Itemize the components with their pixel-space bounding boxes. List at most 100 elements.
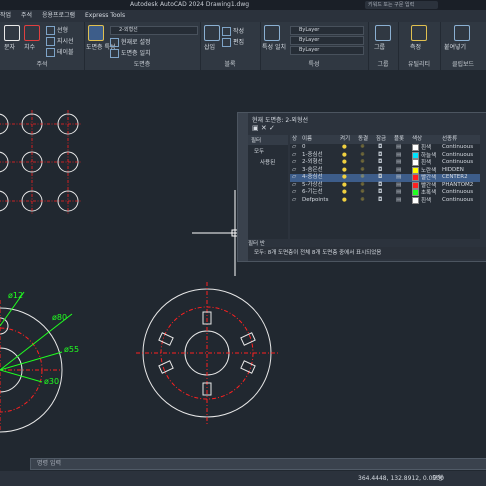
lock-icon[interactable]: ◘ xyxy=(378,182,382,190)
filter-item-used[interactable]: 사용된 xyxy=(248,157,288,167)
layer-linetype[interactable]: Continuous xyxy=(442,144,473,152)
layer-search[interactable]: 필터 반 xyxy=(248,239,265,247)
match-layer-button[interactable]: 도면층 일치 xyxy=(110,48,151,58)
layer-linetype[interactable]: Continuous xyxy=(442,159,473,167)
col-status[interactable]: 상 xyxy=(292,135,297,144)
linetype-combo[interactable]: ByLayer xyxy=(290,46,364,55)
printer-icon[interactable]: ▤ xyxy=(396,189,401,197)
create-block-button[interactable]: 작성 xyxy=(222,26,244,36)
layer-row[interactable]: ▱ 2-외형선 ● ☼ ◘ ▤ 흰색 Continuous xyxy=(290,159,480,167)
layer-color[interactable]: 흰색 xyxy=(412,196,431,206)
layer-row[interactable]: ▱ 0 ● ☼ ◘ ▤ 흰색 Continuous xyxy=(290,144,480,152)
tab-3[interactable]: Express Tools xyxy=(85,12,125,19)
lock-icon[interactable]: ◘ xyxy=(378,144,382,152)
lock-icon[interactable]: ◘ xyxy=(378,174,382,182)
lightbulb-icon[interactable]: ● xyxy=(342,144,347,152)
col-lock[interactable]: 잠금 xyxy=(376,135,386,144)
col-linetype[interactable]: 선종류 xyxy=(442,135,457,144)
model-space-button[interactable]: 모형 xyxy=(432,471,443,486)
printer-icon[interactable]: ▤ xyxy=(396,159,401,167)
sun-icon[interactable]: ☼ xyxy=(360,197,365,205)
group-icon[interactable] xyxy=(375,25,391,41)
tab-2[interactable]: 응용프로그램 xyxy=(42,12,75,19)
color-combo[interactable]: ByLayer xyxy=(290,26,364,35)
tab-1[interactable]: 주석 xyxy=(21,12,32,19)
new-layer-icon[interactable]: ▣ xyxy=(252,124,259,132)
sun-icon[interactable]: ☼ xyxy=(360,144,365,152)
edit-block-button[interactable]: 편집 xyxy=(222,37,244,47)
dimension-button[interactable]: 치수 xyxy=(24,42,35,51)
layer-row[interactable]: ▱ 4-중심선 ● ☼ ◘ ▤ 빨간색 CENTER2 xyxy=(290,174,480,182)
lock-icon[interactable]: ◘ xyxy=(378,159,382,167)
dimension-icon[interactable] xyxy=(24,25,40,41)
table-button[interactable]: 테이블 xyxy=(46,47,74,57)
command-input[interactable]: 명령 입력 xyxy=(30,458,486,470)
group-button[interactable]: 그룹 xyxy=(374,42,385,51)
layer-table[interactable]: 상 이름 켜기 동결 잠금 플롯 색상 선종류 ▱ 0 ● ☼ ◘ ▤ 흰색 Continuo… xyxy=(290,135,480,239)
lock-icon[interactable]: ◘ xyxy=(378,189,382,197)
set-current-button[interactable]: 현재로 설정 xyxy=(110,37,151,47)
text-button[interactable]: 문자 xyxy=(4,42,15,51)
layer-linetype[interactable]: HIDDEN xyxy=(442,167,464,175)
layer-row[interactable]: ▱ 1-중심선 ● ☼ ◘ ▤ 하늘색 Continuous xyxy=(290,151,480,160)
lightbulb-icon[interactable]: ● xyxy=(342,167,347,175)
layer-linetype[interactable]: PHANTOM2 xyxy=(442,182,473,190)
col-name[interactable]: 이름 xyxy=(302,135,312,144)
printer-icon[interactable]: ▤ xyxy=(396,144,401,152)
layer-row[interactable]: ▱ 6-기는선 ● ☼ ◘ ▤ 초록색 Continuous xyxy=(290,189,480,197)
leader-button[interactable]: 지시선 xyxy=(46,36,74,46)
layer-linetype[interactable]: Continuous xyxy=(442,197,473,205)
lightbulb-icon[interactable]: ● xyxy=(342,189,347,197)
lightbulb-icon[interactable]: ● xyxy=(342,159,347,167)
search-input[interactable]: 키워드 또는 구문 입력 xyxy=(365,1,438,9)
insert-icon[interactable] xyxy=(204,25,220,41)
layer-combo[interactable]: 2-외형선 xyxy=(110,26,198,35)
layer-linetype[interactable]: CENTER2 xyxy=(442,174,468,182)
sun-icon[interactable]: ☼ xyxy=(360,159,365,167)
col-on[interactable]: 켜기 xyxy=(340,135,350,144)
printer-icon[interactable]: ▤ xyxy=(396,182,401,190)
insert-button[interactable]: 삽입 xyxy=(204,42,215,51)
palette-side-bar[interactable] xyxy=(238,113,248,261)
measure-button[interactable]: 측정 xyxy=(410,42,421,51)
text-icon[interactable] xyxy=(4,25,20,41)
delete-layer-icon[interactable]: ✕ xyxy=(261,124,267,132)
filter-tree[interactable]: 필터 모두 사용된 xyxy=(248,135,288,239)
printer-icon[interactable]: ▤ xyxy=(396,152,401,160)
line-type-button[interactable]: 선형 xyxy=(46,25,68,35)
layer-row[interactable]: ▱ Defpoints ● ☼ ◘ ▤ 흰색 Continuous xyxy=(290,196,480,206)
sun-icon[interactable]: ☼ xyxy=(360,167,365,175)
printer-icon[interactable]: ▤ xyxy=(396,197,401,205)
lightbulb-icon[interactable]: ● xyxy=(342,174,347,182)
lightbulb-icon[interactable]: ● xyxy=(342,182,347,190)
layer-row[interactable]: ▱ 3-숨은선 ● ☼ ◘ ▤ 노란색 HIDDEN xyxy=(290,166,480,175)
lineweight-combo[interactable]: ByLayer xyxy=(290,36,364,45)
layer-row[interactable]: ▱ 5-가상선 ● ☼ ◘ ▤ 빨간색 PHANTOM2 xyxy=(290,181,480,190)
filter-item-all[interactable]: 모두 xyxy=(248,145,288,157)
quick-access-toolbar[interactable] xyxy=(0,0,120,10)
lock-icon[interactable]: ◘ xyxy=(378,167,382,175)
printer-icon[interactable]: ▤ xyxy=(396,167,401,175)
paste-icon[interactable] xyxy=(454,25,470,41)
sun-icon[interactable]: ☼ xyxy=(360,152,365,160)
lightbulb-icon[interactable]: ● xyxy=(342,152,347,160)
sun-icon[interactable]: ☼ xyxy=(360,189,365,197)
match-properties-icon[interactable] xyxy=(264,25,280,41)
lock-icon[interactable]: ◘ xyxy=(378,152,382,160)
layer-properties-icon[interactable] xyxy=(88,25,104,41)
match-properties-button[interactable]: 특성 일치 xyxy=(262,42,286,51)
lightbulb-icon[interactable]: ● xyxy=(342,197,347,205)
col-freeze[interactable]: 동결 xyxy=(358,135,368,144)
set-current-icon[interactable]: ✓ xyxy=(269,124,275,132)
layer-linetype[interactable]: Continuous xyxy=(442,152,473,160)
tab-0[interactable]: 작업 xyxy=(0,12,11,19)
col-plot[interactable]: 플롯 xyxy=(394,135,404,144)
printer-icon[interactable]: ▤ xyxy=(396,174,401,182)
paste-button[interactable]: 붙여넣기 xyxy=(444,42,466,51)
measure-icon[interactable] xyxy=(411,25,427,41)
layer-linetype[interactable]: Continuous xyxy=(442,189,473,197)
col-color[interactable]: 색상 xyxy=(412,135,422,144)
sun-icon[interactable]: ☼ xyxy=(360,182,365,190)
layer-properties-palette[interactable]: 현재 도면층: 2-외형선 ▣ ✕ ✓ 필터 모두 사용된 상 이름 켜기 동결… xyxy=(237,112,486,262)
lock-icon[interactable]: ◘ xyxy=(378,197,382,205)
